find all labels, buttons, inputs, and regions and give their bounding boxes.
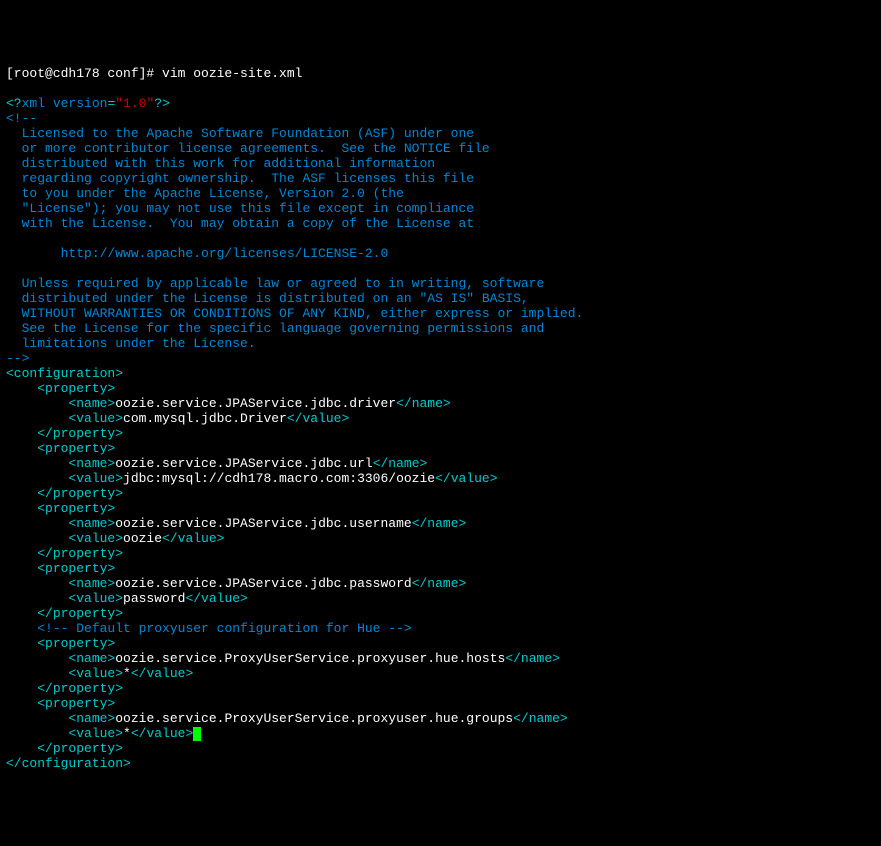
tag-name: <name> [68,396,115,411]
prop-name: oozie.service.ProxyUserService.proxyuser… [115,711,513,726]
prop-value: * [123,666,131,681]
tag-name-close: </name> [513,711,568,726]
terminal-output[interactable]: [root@cdh178 conf]# vim oozie-site.xml <… [6,66,875,771]
license-line: to you under the Apache License, Version… [6,186,404,201]
tag-value-close: </value> [435,471,497,486]
xml-decl-open: <? [6,96,22,111]
tag-name: <name> [68,576,115,591]
indent [6,681,37,696]
license-line: with the License. You may obtain a copy … [6,216,474,231]
xml-decl-val: "1.0" [115,96,154,111]
tag-property: <property> [37,561,115,576]
license-url: http://www.apache.org/licenses/LICENSE-2… [6,246,388,261]
indent [6,426,37,441]
indent [6,396,68,411]
indent [6,726,68,741]
tag-property: <property> [37,501,115,516]
tag-name-close: </name> [505,651,560,666]
tag-configuration-close: </configuration> [6,756,131,771]
indent [6,606,37,621]
comment-close: --> [6,351,29,366]
indent [6,441,37,456]
prop-name: oozie.service.ProxyUserService.proxyuser… [115,651,505,666]
cursor-icon [193,727,201,741]
license-line: distributed under the License is distrib… [6,291,529,306]
indent [6,666,68,681]
tag-property-close: </property> [37,426,123,441]
license-line: limitations under the License. [6,336,256,351]
xml-decl-close: ?> [154,96,170,111]
indent [6,621,37,636]
tag-value-close: </value> [185,591,247,606]
indent [6,576,68,591]
indent [6,381,37,396]
license-line: "License"); you may not use this file ex… [6,201,474,216]
comment-open: <!-- [6,111,37,126]
tag-property-close: </property> [37,546,123,561]
tag-name: <name> [68,456,115,471]
license-line: distributed with this work for additiona… [6,156,435,171]
tag-name: <name> [68,516,115,531]
tag-property-close: </property> [37,486,123,501]
prop-value: com.mysql.jdbc.Driver [123,411,287,426]
indent [6,516,68,531]
tag-name-close: </name> [373,456,428,471]
xml-decl-name: xml version [22,96,108,111]
indent [6,561,37,576]
tag-property-close: </property> [37,741,123,756]
prop-name: oozie.service.JPAService.jdbc.password [115,576,411,591]
tag-property: <property> [37,441,115,456]
indent [6,636,37,651]
prop-value: jdbc:mysql://cdh178.macro.com:3306/oozie [123,471,435,486]
prop-name: oozie.service.JPAService.jdbc.url [115,456,372,471]
tag-value: <value> [68,531,123,546]
tag-value-close: </value> [131,666,193,681]
tag-value-close: </value> [162,531,224,546]
tag-value-close: </value> [287,411,349,426]
indent [6,696,37,711]
license-line: See the License for the specific languag… [6,321,544,336]
prop-name: oozie.service.JPAService.jdbc.driver [115,396,396,411]
indent [6,591,68,606]
tag-property: <property> [37,696,115,711]
tag-name-close: </name> [412,576,467,591]
prop-value: password [123,591,185,606]
tag-name: <name> [68,651,115,666]
indent [6,741,37,756]
tag-value: <value> [68,726,123,741]
indent [6,501,37,516]
indent [6,486,37,501]
indent [6,546,37,561]
tag-value: <value> [68,591,123,606]
indent [6,471,68,486]
indent [6,531,68,546]
tag-value: <value> [68,666,123,681]
tag-configuration: <configuration> [6,366,123,381]
indent [6,456,68,471]
tag-property: <property> [37,636,115,651]
license-line: Licensed to the Apache Software Foundati… [6,126,474,141]
indent [6,411,68,426]
comment-hue: <!-- Default proxyuser configuration for… [37,621,411,636]
tag-value-close: </value> [131,726,193,741]
prop-name: oozie.service.JPAService.jdbc.username [115,516,411,531]
prop-value: * [123,726,131,741]
tag-name-close: </name> [412,516,467,531]
tag-value: <value> [68,411,123,426]
tag-property-close: </property> [37,681,123,696]
tag-property: <property> [37,381,115,396]
indent [6,711,68,726]
indent [6,651,68,666]
prop-value: oozie [123,531,162,546]
tag-value: <value> [68,471,123,486]
license-line: regarding copyright ownership. The ASF l… [6,171,474,186]
shell-prompt: [root@cdh178 conf]# vim oozie-site.xml [6,66,302,81]
license-line: or more contributor license agreements. … [6,141,490,156]
license-line: Unless required by applicable law or agr… [6,276,544,291]
tag-name-close: </name> [396,396,451,411]
tag-name: <name> [68,711,115,726]
license-line: WITHOUT WARRANTIES OR CONDITIONS OF ANY … [6,306,583,321]
tag-property-close: </property> [37,606,123,621]
